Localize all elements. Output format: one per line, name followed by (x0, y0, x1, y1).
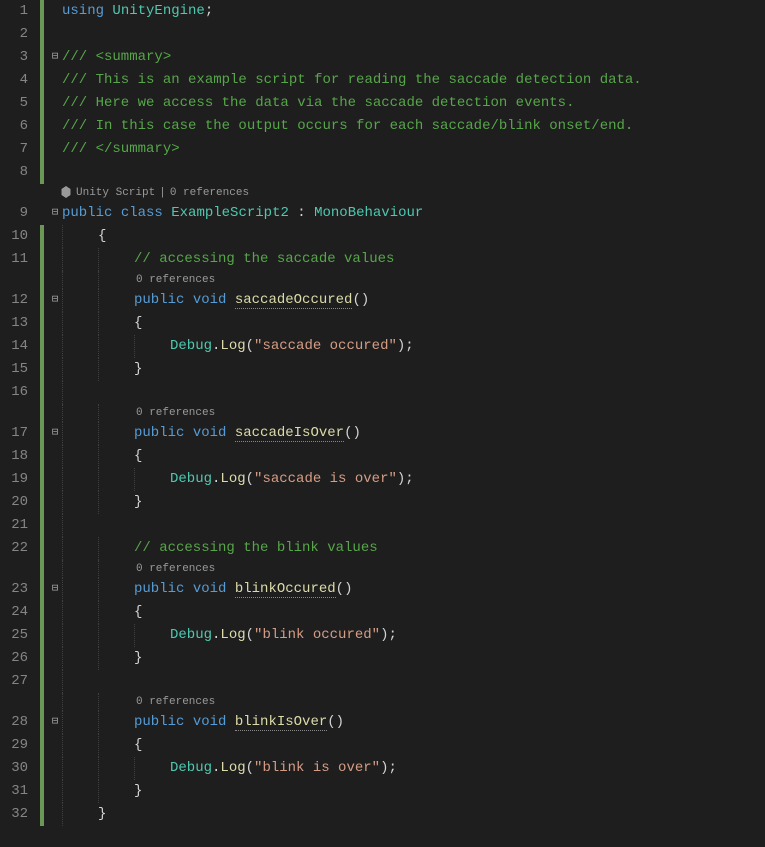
xml-doc-line: /// Here we access the data via the sacc… (62, 92, 574, 115)
codelens-references[interactable]: 0 references (134, 271, 215, 289)
line-number[interactable]: 21 (8, 514, 28, 537)
line-number[interactable]: 12 (8, 289, 28, 312)
fold-toggle-icon[interactable]: ⊟ (48, 578, 62, 601)
method-blink-occured: blinkOccured (235, 581, 336, 598)
codelens-unity-label: Unity Script (76, 187, 155, 199)
string-literal: "saccade occured" (254, 338, 397, 354)
method-saccade-is-over: saccadeIsOver (235, 425, 344, 442)
fold-toggle-icon[interactable]: ⊟ (48, 46, 62, 69)
line-number-gutter[interactable]: 1 2 3 4 5 6 7 8 9 10 11 12 13 14 15 16 1… (0, 0, 40, 847)
line-number[interactable]: 3 (8, 46, 28, 69)
keyword-class: class (121, 205, 163, 221)
line-number[interactable]: 10 (8, 225, 28, 248)
brace-close: } (98, 803, 106, 826)
line-number (8, 693, 28, 711)
line-number[interactable]: 17 (8, 422, 28, 445)
method-saccade-occured: saccadeOccured (235, 292, 353, 309)
line-number[interactable]: 25 (8, 624, 28, 647)
line-number[interactable]: 11 (8, 248, 28, 271)
string-literal: "blink occured" (254, 627, 380, 643)
line-number[interactable]: 29 (8, 734, 28, 757)
code-content[interactable]: using UnityEngine; ⊟/// <summary> /// Th… (40, 0, 765, 847)
line-number[interactable]: 30 (8, 757, 28, 780)
class-name: ExampleScript2 (171, 205, 289, 221)
xml-doc-summary-open: /// <summary> (62, 46, 171, 69)
line-number[interactable]: 4 (8, 69, 28, 92)
line-number[interactable]: 22 (8, 537, 28, 560)
codelens-references[interactable]: 0 references (170, 187, 249, 199)
codelens-references[interactable]: 0 references (134, 404, 215, 422)
line-number[interactable]: 23 (8, 578, 28, 601)
keyword-using: using (62, 3, 104, 19)
fold-toggle-icon[interactable]: ⊟ (48, 422, 62, 445)
line-number[interactable]: 15 (8, 358, 28, 381)
brace-open: { (134, 312, 142, 335)
xml-doc-summary-close: /// </summary> (62, 138, 180, 161)
line-number[interactable]: 8 (8, 161, 28, 184)
string-literal: "saccade is over" (254, 471, 397, 487)
fold-toggle-icon[interactable]: ⊟ (48, 711, 62, 734)
colon: : (289, 205, 314, 221)
code-editor: 1 2 3 4 5 6 7 8 9 10 11 12 13 14 15 16 1… (0, 0, 765, 847)
line-number[interactable]: 1 (8, 0, 28, 23)
line-number[interactable]: 16 (8, 381, 28, 404)
line-number[interactable]: 9 (8, 202, 28, 225)
line-number[interactable]: 14 (8, 335, 28, 358)
line-number[interactable]: 19 (8, 468, 28, 491)
brace-close: } (134, 358, 142, 381)
codelens-class[interactable]: Unity Script|0 references (58, 184, 249, 202)
comment-blink: // accessing the blink values (134, 537, 378, 560)
fold-toggle-icon[interactable]: ⊟ (48, 289, 62, 312)
line-number[interactable]: 13 (8, 312, 28, 335)
base-class: MonoBehaviour (314, 205, 423, 221)
keyword-public: public (134, 292, 184, 308)
line-number[interactable]: 28 (8, 711, 28, 734)
keyword-public: public (62, 205, 112, 221)
line-number[interactable]: 32 (8, 803, 28, 826)
comment-saccade: // accessing the saccade values (134, 248, 394, 271)
method-blink-is-over: blinkIsOver (235, 714, 327, 731)
line-number[interactable]: 18 (8, 445, 28, 468)
line-number (8, 271, 28, 289)
brace-open: { (98, 225, 106, 248)
line-number[interactable]: 31 (8, 780, 28, 803)
method-log: Log (220, 338, 245, 354)
type-debug: Debug (170, 338, 212, 354)
line-number[interactable]: 27 (8, 670, 28, 693)
codelens-references[interactable]: 0 references (134, 693, 215, 711)
semicolon: ; (205, 3, 213, 19)
line-number[interactable]: 20 (8, 491, 28, 514)
xml-doc-line: /// This is an example script for readin… (62, 69, 642, 92)
line-number[interactable]: 5 (8, 92, 28, 115)
line-number[interactable]: 2 (8, 23, 28, 46)
keyword-void: void (193, 292, 227, 308)
line-number[interactable]: 26 (8, 647, 28, 670)
codelens-references[interactable]: 0 references (134, 560, 215, 578)
type-unityengine: UnityEngine (112, 3, 204, 19)
line-number[interactable]: 6 (8, 115, 28, 138)
line-number (8, 404, 28, 422)
fold-toggle-icon[interactable]: ⊟ (48, 202, 62, 225)
line-number (8, 184, 28, 202)
line-number[interactable]: 24 (8, 601, 28, 624)
line-number (8, 560, 28, 578)
unity-icon (60, 186, 72, 198)
xml-doc-line: /// In this case the output occurs for e… (62, 115, 633, 138)
line-number[interactable]: 7 (8, 138, 28, 161)
string-literal: "blink is over" (254, 760, 380, 776)
